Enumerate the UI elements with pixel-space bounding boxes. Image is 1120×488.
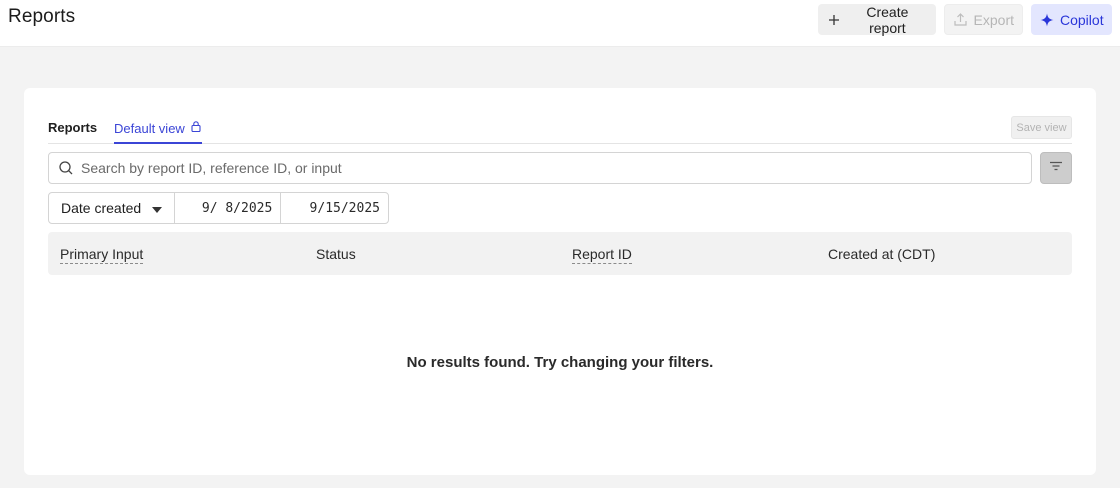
end-date-input[interactable]: 9/15/2025 [281,193,388,223]
copilot-label: Copilot [1060,11,1104,28]
export-label: Export [973,11,1014,28]
reports-card: Reports Default view Save view Date crea… [24,88,1096,475]
column-status-label: Status [316,245,356,262]
upload-icon [953,12,969,28]
start-date-input[interactable]: 9/ 8/2025 [175,193,282,223]
header-actions: Create report Export Copilot [818,3,1112,36]
copilot-button[interactable]: Copilot [1031,4,1112,35]
sparkle-icon [1039,12,1055,28]
tab-default-view[interactable]: Default view [114,118,202,144]
date-range-filter: Date created 9/ 8/2025 9/15/2025 [48,192,389,224]
column-primary-input-label: Primary Input [60,245,144,264]
column-report-id-label: Report ID [572,245,632,264]
column-primary-input[interactable]: Primary Input [48,245,304,264]
table-header: Primary Input Status Report ID Created a… [48,232,1072,275]
column-report-id[interactable]: Report ID [560,245,816,264]
search-icon [58,160,74,176]
create-report-label: Create report [866,3,909,36]
plus-icon [826,12,842,28]
empty-state-message: No results found. Try changing your filt… [406,354,714,371]
search-input[interactable] [81,160,1031,176]
tab-reports[interactable]: Reports [48,120,97,135]
date-field-label: Date created [61,200,142,216]
search-bar [48,152,1032,184]
top-header: Reports Create report Export Copilot [0,0,1120,47]
filter-button[interactable] [1040,152,1072,184]
export-button[interactable]: Export [944,4,1023,35]
column-status: Status [304,246,560,262]
filter-icon [1049,159,1063,177]
lock-icon [190,120,202,133]
column-created-at: Created at (CDT) [816,246,1072,262]
date-field-select[interactable]: Date created [49,193,175,223]
view-tabs: Reports Default view Save view [48,116,1072,144]
column-created-at-label: Created at (CDT) [828,245,936,262]
create-report-button[interactable]: Create report [818,3,936,36]
caret-down-icon [151,200,162,216]
tab-default-view-label: Default view [114,121,185,136]
save-view-button[interactable]: Save view [1011,116,1072,139]
page-title: Reports [8,6,76,27]
